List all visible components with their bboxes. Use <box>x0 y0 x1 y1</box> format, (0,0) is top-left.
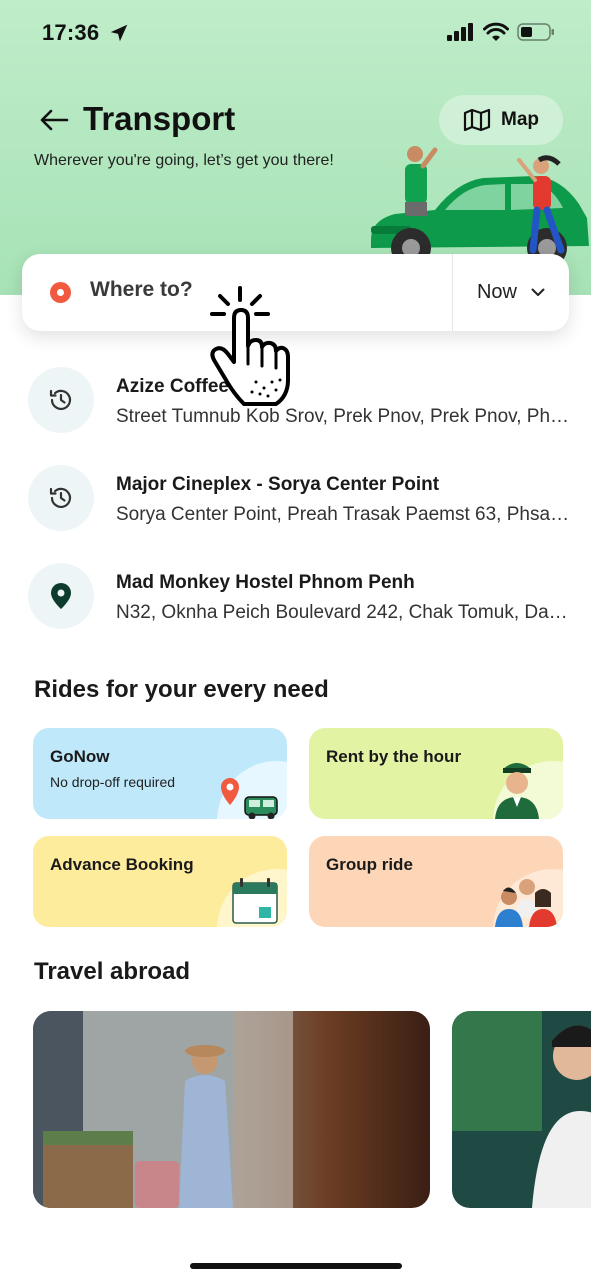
travel-section-title: Travel abroad <box>34 958 191 985</box>
signal-icon <box>447 23 473 41</box>
hero-banner: 17:36 Transport Wherever you're going, l… <box>0 0 591 295</box>
recent-place-address: N32, Oknha Peich Boulevard 242, Chak Tom… <box>116 602 571 623</box>
ride-option-label: Advance Booking <box>50 855 194 874</box>
recent-place-item[interactable]: Azize Coffee Street Tumnub Kob Srov, Pre… <box>0 362 591 460</box>
travel-card-2[interactable] <box>452 1011 591 1208</box>
history-icon <box>49 487 72 508</box>
ride-option-advance-booking[interactable]: Advance Booking <box>33 836 287 927</box>
pickup-time-select[interactable]: Now <box>453 254 569 331</box>
recent-place-title: Major Cineplex - Sorya Center Point <box>116 474 440 495</box>
battery-icon <box>517 23 554 41</box>
hand-pointer-icon <box>210 286 290 406</box>
driver-photo <box>452 1011 591 1208</box>
recent-place-address: Sorya Center Point, Preah Trasak Paemst … <box>116 504 571 525</box>
history-icon <box>49 389 72 410</box>
status-time: 17:36 <box>42 20 100 45</box>
map-button-label: Map <box>501 109 539 130</box>
chevron-down-icon <box>531 288 545 296</box>
page-subtitle: Wherever you're going, let’s get you the… <box>34 152 334 169</box>
rides-section-title: Rides for your every need <box>34 676 329 703</box>
driver-car-illustration <box>371 146 589 268</box>
ride-option-sub: No drop-off required <box>50 774 176 790</box>
traveler-photo <box>33 1011 430 1208</box>
status-bar: 17:36 <box>0 0 591 66</box>
recent-place-icon-wrap <box>28 367 94 433</box>
ride-option-group-ride[interactable]: Group ride <box>309 836 563 927</box>
travel-card-1[interactable] <box>33 1011 430 1208</box>
chauffeur-icon <box>493 761 563 819</box>
search-card: Now <box>22 254 569 331</box>
ride-option-gonow[interactable]: GoNow No drop-off required <box>33 728 287 819</box>
ride-option-label: GoNow <box>50 747 110 766</box>
calendar-icon <box>217 869 287 927</box>
tuktuk-pin-icon <box>217 761 287 819</box>
recent-place-title: Mad Monkey Hostel Phnom Penh <box>116 572 415 593</box>
ride-option-rent-by-hour[interactable]: Rent by the hour <box>309 728 563 819</box>
recent-place-icon-wrap <box>28 563 94 629</box>
location-arrow-icon <box>110 24 128 42</box>
recent-place-item[interactable]: Major Cineplex - Sorya Center Point Sory… <box>0 460 591 558</box>
pickup-time-value: Now <box>476 281 517 303</box>
map-button[interactable]: Map <box>439 95 563 145</box>
group-people-icon <box>493 869 563 927</box>
recent-places-list: Azize Coffee Street Tumnub Kob Srov, Pre… <box>0 362 591 656</box>
destination-dot-icon <box>50 282 71 303</box>
arrow-left-icon <box>40 109 69 131</box>
ride-option-label: Group ride <box>326 855 413 874</box>
page-title: Transport <box>83 100 236 137</box>
home-indicator <box>190 1263 402 1269</box>
ride-option-label: Rent by the hour <box>326 747 462 766</box>
recent-place-address: Street Tumnub Kob Srov, Prek Pnov, Prek … <box>116 406 571 427</box>
status-indicators <box>447 22 555 42</box>
location-pin-icon <box>51 583 71 609</box>
wifi-icon <box>483 22 509 41</box>
map-icon <box>463 108 491 132</box>
back-button[interactable] <box>34 100 74 140</box>
recent-place-item[interactable]: Mad Monkey Hostel Phnom Penh N32, Oknha … <box>0 558 591 656</box>
recent-place-icon-wrap <box>28 465 94 531</box>
